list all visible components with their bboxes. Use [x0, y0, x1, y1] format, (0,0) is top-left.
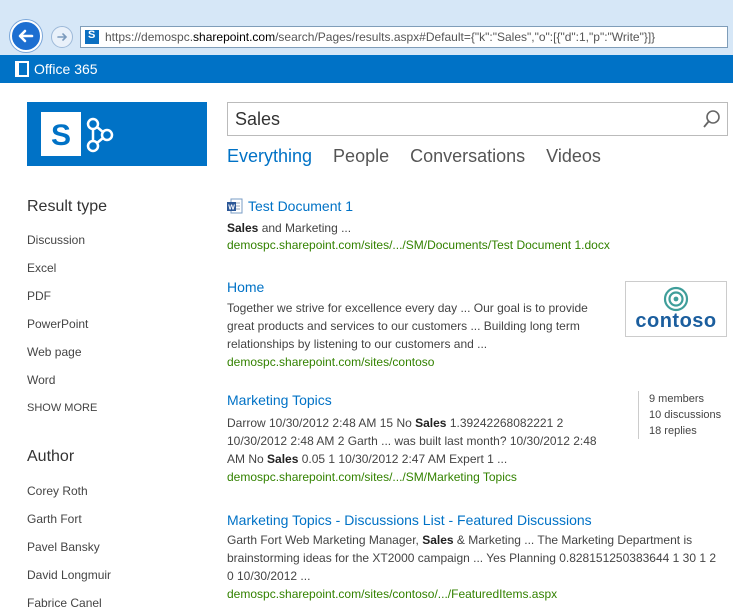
result-url[interactable]: demospc.sharepoint.com/sites/.../SM/Docu…: [227, 238, 610, 252]
forward-button[interactable]: [51, 26, 73, 48]
refiner-item-author[interactable]: Corey Roth: [27, 484, 88, 498]
refiner-item-pdf[interactable]: PDF: [27, 289, 51, 303]
refiner-item-author[interactable]: Pavel Bansky: [27, 540, 100, 554]
result-url[interactable]: demospc.sharepoint.com/sites/contoso: [227, 355, 434, 369]
suite-brand[interactable]: Office 365: [34, 61, 98, 77]
address-bar[interactable]: https://demospc.sharepoint.com/search/Pa…: [80, 26, 728, 48]
svg-text:W: W: [228, 205, 235, 212]
search-input[interactable]: [228, 104, 697, 134]
browser-toolbar: https://demospc.sharepoint.com/search/Pa…: [0, 0, 733, 55]
arrow-left-icon: [18, 29, 34, 43]
refiner-title-result-type: Result type: [27, 198, 108, 215]
vertical-everything[interactable]: Everything: [227, 146, 312, 167]
refiner-item-excel[interactable]: Excel: [27, 261, 56, 275]
suite-bar: Office 365: [0, 55, 733, 83]
result-snippet: Together we strive for excellence every …: [227, 299, 617, 353]
snippet-text: Garth Fort Web Marketing Manager,: [227, 533, 423, 547]
hit-highlight: Sales: [227, 221, 259, 235]
search-icon: [703, 110, 720, 128]
contoso-logo-text: contoso: [635, 309, 717, 332]
svg-text:S: S: [51, 119, 71, 152]
address-url: https://demospc.sharepoint.com/search/Pa…: [105, 30, 656, 44]
snippet-text: and Marketing ...: [258, 221, 352, 235]
refiner-item-author[interactable]: Fabrice Canel: [27, 596, 102, 610]
sharepoint-icon: S: [41, 112, 114, 156]
back-button[interactable]: [10, 20, 42, 52]
refiner-item-author[interactable]: David Longmuir: [27, 568, 111, 582]
result-url[interactable]: demospc.sharepoint.com/sites/contoso/...…: [227, 587, 557, 601]
result-snippet: Darrow 10/30/2012 2:48 AM 15 No Sales 1.…: [227, 414, 602, 468]
hit-highlight: Sales: [422, 533, 454, 547]
result-title-link[interactable]: Marketing Topics - Discussions List - Fe…: [227, 512, 592, 528]
search-box: [227, 102, 728, 136]
result-snippet: Sales and Marketing ...: [227, 219, 351, 237]
sharepoint-logo[interactable]: S: [27, 102, 207, 166]
sharepoint-favicon-icon: [85, 29, 99, 44]
hit-highlight: Sales: [415, 416, 447, 430]
result-title-link[interactable]: Marketing Topics: [227, 392, 332, 408]
stat-members: 9 members: [649, 393, 705, 405]
word-document-icon: W: [227, 198, 243, 214]
snippet-text: Together we strive for excellence every …: [227, 301, 588, 351]
search-button[interactable]: [697, 104, 727, 134]
result-thumbnail[interactable]: contoso: [625, 281, 727, 337]
office-logo-icon: [15, 61, 29, 77]
snippet-text: 0.05 1 10/30/2012 2:47 AM Expert 1 ...: [298, 452, 508, 466]
contoso-logo-icon: [663, 286, 689, 311]
result-snippet: Garth Fort Web Marketing Manager, Sales …: [227, 531, 722, 585]
vertical-people[interactable]: People: [333, 146, 389, 167]
refiner-item-powerpoint[interactable]: PowerPoint: [27, 317, 88, 331]
stat-replies: 18 replies: [649, 425, 697, 437]
result-title-link[interactable]: W Test Document 1: [227, 198, 353, 214]
show-more-link[interactable]: SHOW MORE: [27, 402, 97, 414]
vertical-conversations[interactable]: Conversations: [410, 146, 525, 167]
arrow-right-icon: [57, 33, 68, 41]
result-title-link[interactable]: Home: [227, 279, 264, 295]
vertical-videos[interactable]: Videos: [546, 146, 601, 167]
hit-highlight: Sales: [267, 452, 299, 466]
refiner-item-discussion[interactable]: Discussion: [27, 233, 85, 247]
result-url[interactable]: demospc.sharepoint.com/sites/.../SM/Mark…: [227, 470, 517, 484]
refiner-item-web-page[interactable]: Web page: [27, 345, 82, 359]
refiner-item-author[interactable]: Garth Fort: [27, 512, 82, 526]
stat-discussions: 10 discussions: [649, 409, 722, 421]
search-verticals: Everything People Conversations Videos: [227, 146, 622, 167]
community-stats: 9 members 10 discussions 18 replies: [638, 391, 721, 439]
refiner-title-author: Author: [27, 448, 75, 465]
refiner-item-word[interactable]: Word: [27, 373, 55, 387]
snippet-text: Darrow 10/30/2012 2:48 AM 15 No: [227, 416, 416, 430]
